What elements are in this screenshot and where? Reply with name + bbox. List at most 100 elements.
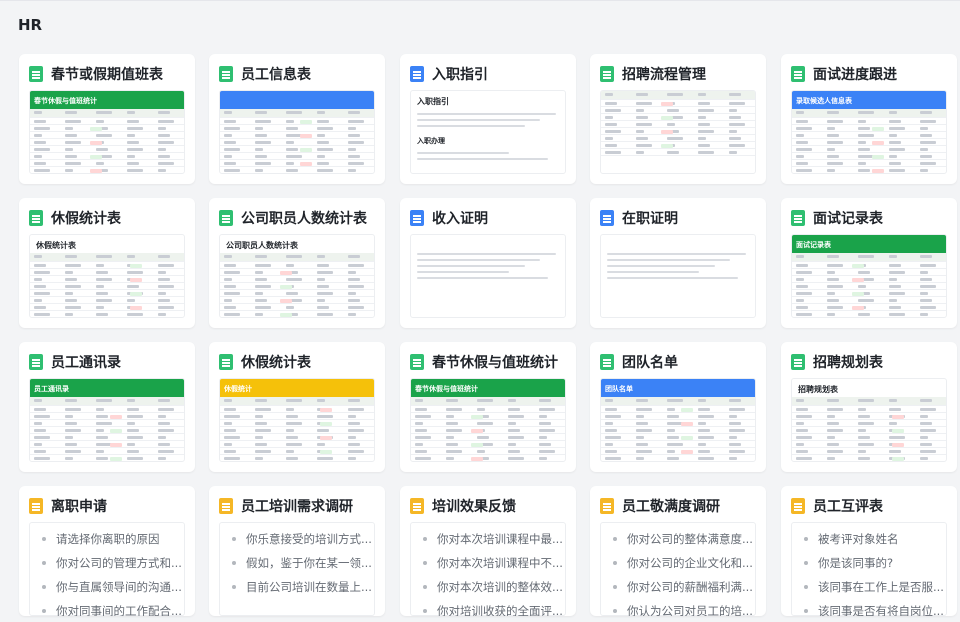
form-template-card[interactable]: 员工培训需求调研 你乐意接受的培训方式... 假如，鉴于你在某一领... 目前公司培训… (209, 486, 385, 616)
sheet-file-icon (791, 210, 805, 226)
form-question: 目前公司培训在数量上... (220, 575, 374, 599)
thumb-row (792, 413, 946, 420)
thumb-row (220, 448, 374, 455)
thumb-row (30, 276, 184, 283)
form-file-icon (29, 498, 43, 514)
card-title: 在职证明 (622, 211, 678, 227)
doc-file-icon (600, 210, 614, 226)
thumb-title: 公司职员人数统计表 (226, 241, 298, 250)
template-card[interactable]: 休假统计表 休假统计表 (19, 198, 195, 328)
form-question: 该同事在工作上是否服... (792, 575, 946, 599)
question-text: 你对公司的管理方式和... (56, 556, 182, 570)
card-header: 员工互评表 (791, 496, 951, 516)
bullet-icon (232, 561, 236, 565)
bullet-icon (423, 561, 427, 565)
template-preview: 招聘规划表 (791, 378, 947, 462)
template-card[interactable]: 招聘流程管理 (590, 54, 766, 184)
template-card[interactable]: 在职证明 (590, 198, 766, 328)
thumb-row (30, 167, 184, 173)
card-title: 培训效果反馈 (432, 499, 516, 515)
thumb-row (220, 276, 374, 283)
template-card[interactable]: 员工通讯录 员工通讯录 (19, 342, 195, 472)
bullet-icon (232, 585, 236, 589)
thumb-row (30, 441, 184, 448)
template-card[interactable]: 面试进度跟进录取候选人信息表 (781, 54, 957, 184)
bullet-icon (804, 609, 808, 613)
card-title: 面试进度跟进 (813, 67, 897, 83)
form-question: 你认为公司对员工的培... (601, 599, 755, 616)
card-title: 团队名单 (622, 355, 678, 371)
form-question-list: 你对公司的整体满意度... 你对公司的企业文化和... 你对公司的薪酬福利满... 你… (600, 522, 756, 616)
thumb-row (601, 448, 755, 455)
thumb-row (220, 441, 374, 448)
form-question-list: 你乐意接受的培训方式... 假如，鉴于你在某一领... 目前公司培训在数量上... (219, 522, 375, 616)
thumb-row (601, 427, 755, 434)
template-preview: 休假统计表 (29, 234, 185, 318)
thumb-row (792, 290, 946, 297)
top-divider (0, 0, 960, 4)
thumb-row (30, 297, 184, 304)
thumb-row (30, 269, 184, 276)
sheet-file-icon (410, 354, 424, 370)
thumb-row (30, 455, 184, 461)
template-card[interactable]: 招聘规划表 招聘规划表 (781, 342, 957, 472)
thumb-row (220, 283, 374, 290)
thumb-row (601, 420, 755, 427)
thumb-row (792, 125, 946, 132)
template-preview: 春节休假与值班统计 (29, 90, 185, 174)
form-file-icon (219, 498, 233, 514)
question-text: 请选择你离职的原因 (56, 532, 160, 546)
thumb-row (220, 455, 374, 461)
form-template-card[interactable]: 离职申请 请选择你离职的原因 你对公司的管理方式和... 你与直属领导间的沟通... 你… (19, 486, 195, 616)
sheet-file-icon (791, 354, 805, 370)
thumb-row (411, 406, 565, 413)
template-card[interactable]: 员工信息表 (209, 54, 385, 184)
thumb-row (411, 413, 565, 420)
form-question: 你对培训收获的全面评... (411, 599, 565, 616)
thumb-title-bar: 录取候选人信息表 (792, 91, 946, 109)
question-text: 你对同事间的工作配合... (56, 604, 182, 616)
thumb-row (30, 262, 184, 269)
form-template-card[interactable]: 员工敬满度调研 你对公司的整体满意度... 你对公司的企业文化和... 你对公司的薪酬… (590, 486, 766, 616)
template-card[interactable]: 公司职员人数统计表 公司职员人数统计表 (209, 198, 385, 328)
thumb-row (792, 132, 946, 139)
template-card[interactable]: 入职指引 入职指引 入职办理 (400, 54, 576, 184)
question-text: 你与直属领导间的沟通... (56, 580, 182, 594)
thumb-title-bar: 春节休假与值班统计 (411, 379, 565, 397)
template-card[interactable]: 春节休假与值班统计 春节休假与值班统计 (400, 342, 576, 472)
thumb-row (792, 397, 946, 406)
form-question: 你乐意接受的培训方式... (220, 527, 374, 551)
thumb-row (792, 420, 946, 427)
template-preview (410, 234, 566, 318)
form-question: 你对同事间的工作配合... (30, 599, 184, 616)
thumb-title: 休假统计表 (36, 241, 76, 250)
thumb-row (30, 413, 184, 420)
thumb-title-bar: 员工通讯录 (30, 379, 184, 397)
template-card[interactable]: 团队名单 团队名单 (590, 342, 766, 472)
bullet-icon (423, 585, 427, 589)
template-card[interactable]: 春节或假期值班表 春节休假与值班统计 (19, 54, 195, 184)
template-card[interactable]: 面试记录表 面试记录表 (781, 198, 957, 328)
thumb-row (792, 448, 946, 455)
thumb-row (792, 283, 946, 290)
thumb-row (30, 253, 184, 262)
template-preview: 休假统计 (219, 378, 375, 462)
thumb-row (601, 135, 755, 142)
thumb-row (792, 153, 946, 160)
thumb-row (792, 434, 946, 441)
form-template-card[interactable]: 员工互评表 被考评对象姓名 你是该同事的? 该同事在工作上是否服... 该同事是否有将自… (781, 486, 957, 616)
form-question: 该同事是否有将自岗位... (792, 599, 946, 616)
card-title: 春节休假与值班统计 (432, 355, 558, 371)
template-card[interactable]: 收入证明 (400, 198, 576, 328)
form-question: 你对公司的薪酬福利满... (601, 575, 755, 599)
question-text: 假如，鉴于你在某一领... (246, 556, 372, 570)
question-text: 你对培训收获的全面评... (437, 604, 563, 616)
thumb-row (220, 153, 374, 160)
sheet-file-icon (219, 354, 233, 370)
question-text: 你对本次培训课程中不... (437, 556, 563, 570)
bullet-icon (232, 537, 236, 541)
thumb-row (30, 448, 184, 455)
template-card[interactable]: 休假统计表 休假统计 (209, 342, 385, 472)
thumb-title: 招聘规划表 (798, 385, 838, 394)
form-template-card[interactable]: 培训效果反馈 你对本次培训课程中最... 你对本次培训课程中不... 你对本次培训的整… (400, 486, 576, 616)
